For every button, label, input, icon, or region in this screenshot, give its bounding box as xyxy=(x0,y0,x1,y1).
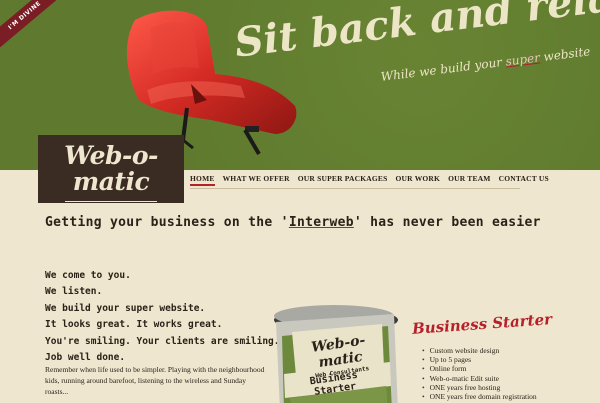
nav-divider xyxy=(190,188,520,189)
feature-item: Web-o-matic Edit suite xyxy=(422,374,537,383)
feature-item: ONE years free hosting xyxy=(422,383,537,392)
nav-home[interactable]: HOME xyxy=(190,174,215,186)
nav-our-team[interactable]: OUR TEAM xyxy=(448,174,491,186)
nav-contact-us[interactable]: CONTACT US xyxy=(499,174,549,186)
intro-paragraph: Remember when life used to be simpler. P… xyxy=(45,365,265,396)
main-nav: HOME WHAT WE OFFER OUR SUPER PACKAGES OU… xyxy=(190,174,549,186)
intro-text: We come to you. We listen. We build your… xyxy=(45,268,280,366)
package-title[interactable]: Business Starter xyxy=(412,310,553,338)
nav-what-we-offer[interactable]: WHAT WE OFFER xyxy=(223,174,290,186)
intro-line: We listen. xyxy=(45,286,103,298)
intro-line: You're smiling. Your clients are smiling… xyxy=(45,335,280,347)
intro-line: It looks great. It works great. xyxy=(45,319,223,331)
nav-our-super-packages[interactable]: OUR SUPER PACKAGES xyxy=(298,174,388,186)
feature-item: ONE years free domain registration xyxy=(422,392,537,401)
product-tin-image: Web-o-matic Web Consultants Business Sta… xyxy=(262,296,404,403)
intro-line: We build your super website. xyxy=(45,302,206,314)
logo-name: Web-o-matic xyxy=(64,141,158,196)
logo-subtitle: Web Consultants xyxy=(65,201,157,213)
feature-item: Up to 5 pages xyxy=(422,355,537,364)
site-logo[interactable]: Web-o-matic Web Consultants xyxy=(38,135,184,213)
package-feature-list: Custom website design Up to 5 pages Onli… xyxy=(422,346,537,401)
feature-item: Custom website design xyxy=(422,346,537,355)
nav-our-work[interactable]: OUR WORK xyxy=(395,174,440,186)
feature-item: Online form xyxy=(422,364,537,373)
intro-line: We come to you. xyxy=(45,270,131,281)
page-headline: Getting your business on the 'Interweb' … xyxy=(45,215,541,230)
intro-line: Job well done. xyxy=(45,352,126,364)
